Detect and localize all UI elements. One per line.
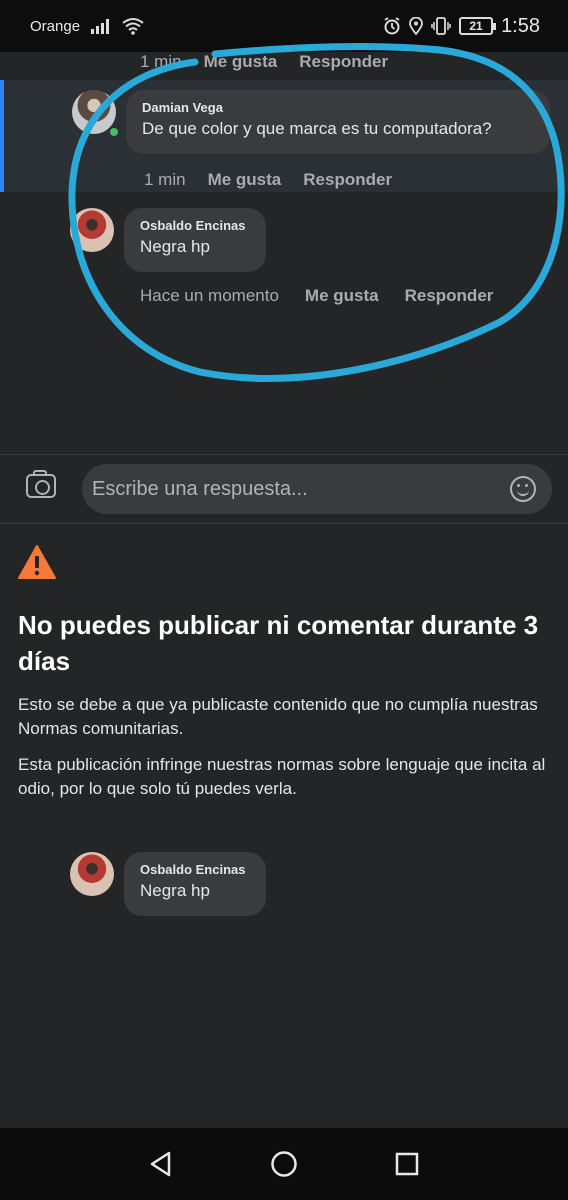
comment-text: Negra hp <box>140 881 210 900</box>
comment-author: Osbaldo Encinas <box>140 862 246 877</box>
notice-paragraph: Esta publicación infringe nuestras norma… <box>18 755 546 798</box>
avatar <box>70 852 114 896</box>
home-icon <box>271 1151 297 1177</box>
smiley-icon[interactable] <box>510 476 536 502</box>
back-button[interactable] <box>141 1144 181 1184</box>
comment-thread: 1 min Me gusta Responder Damian Vega De … <box>0 43 568 452</box>
flagged-comment-bubble: Osbaldo Encinas Negra hp <box>124 852 266 916</box>
battery-level: 21 <box>469 19 483 33</box>
camera-icon[interactable] <box>26 470 56 498</box>
recents-icon <box>395 1152 418 1176</box>
system-nav-bar <box>0 1128 568 1200</box>
recents-button[interactable] <box>387 1144 427 1184</box>
back-icon <box>151 1151 171 1177</box>
notice-paragraph: Esto se debe a que ya publicaste conteni… <box>18 695 538 738</box>
annotation-circle <box>68 43 565 382</box>
restriction-notice: No puedes publicar ni comentar durante 3… <box>18 544 548 801</box>
reply-input[interactable] <box>82 464 552 514</box>
warning-icon <box>18 545 56 579</box>
home-button[interactable] <box>264 1144 304 1184</box>
notice-title: No puedes publicar ni comentar durante 3… <box>18 610 539 676</box>
reply-bar <box>0 454 568 524</box>
